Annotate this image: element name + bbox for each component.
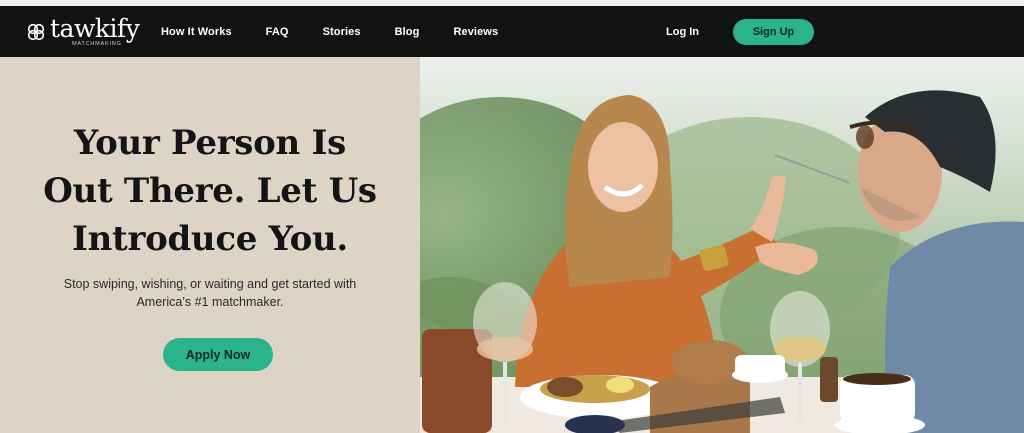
- headline-line: Out There. Let Us: [43, 171, 377, 211]
- nav-stories[interactable]: Stories: [323, 26, 361, 38]
- nav-reviews[interactable]: Reviews: [453, 26, 498, 38]
- subtext-line: Stop swiping, wishing, or waiting and ge…: [63, 277, 357, 291]
- tawkify-logo[interactable]: tawkify MATCHMAKING: [26, 14, 140, 48]
- photo-illustration: [420, 57, 1024, 433]
- logo-wordmark: tawkify: [50, 14, 140, 43]
- primary-nav: How It Works FAQ Stories Blog Reviews: [161, 6, 532, 57]
- subtext-line: America’s #1 matchmaker.: [136, 295, 284, 309]
- nav-blog[interactable]: Blog: [395, 26, 420, 38]
- headline-line: Your Person Is: [74, 123, 346, 163]
- hero-headline: Your Person Is Out There. Let Us Introdu…: [0, 119, 420, 263]
- nav-how-it-works[interactable]: How It Works: [161, 26, 232, 38]
- couple-dining-photo: [420, 57, 1024, 433]
- signup-button[interactable]: Sign Up: [733, 19, 814, 45]
- top-navbar: tawkify MATCHMAKING How It Works FAQ Sto…: [0, 6, 1024, 57]
- headline-line: Introduce You.: [72, 219, 348, 259]
- hero-panel: Your Person Is Out There. Let Us Introdu…: [0, 57, 420, 433]
- login-link[interactable]: Log In: [666, 6, 699, 57]
- logo-tagline: MATCHMAKING: [72, 41, 122, 47]
- nav-faq[interactable]: FAQ: [266, 26, 289, 38]
- hero-subtext: Stop swiping, wishing, or waiting and ge…: [40, 275, 380, 311]
- apply-now-button[interactable]: Apply Now: [163, 338, 273, 371]
- logo-knot-icon: [27, 23, 45, 41]
